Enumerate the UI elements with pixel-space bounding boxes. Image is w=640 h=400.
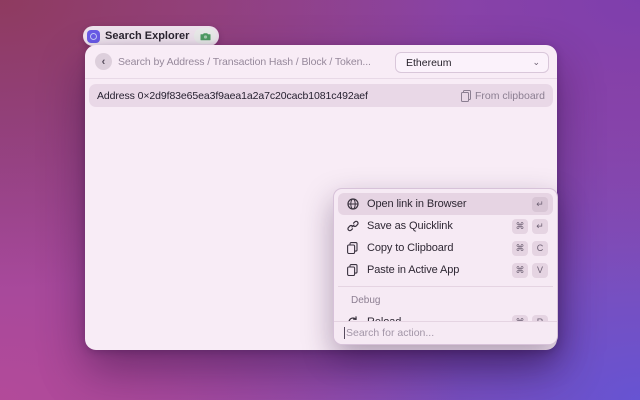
key-return: ↵ <box>532 197 548 212</box>
app-pill[interactable]: Search Explorer <box>83 26 219 46</box>
key-return: ↵ <box>532 219 548 234</box>
clipboard-icon <box>346 242 359 254</box>
result-accessory: From clipboard <box>461 90 545 102</box>
menu-item-label: Paste in Active App <box>367 264 504 276</box>
result-row-address[interactable]: Address 0×2d9f83e65ea3f9aea1a2a7c20cacb1… <box>89 84 553 107</box>
search-input[interactable]: Search by Address / Transaction Hash / B… <box>118 45 371 79</box>
action-menu-items: Open link in Browser ↵ Save as Quicklink… <box>334 189 557 333</box>
action-search-placeholder: Search for action... <box>346 327 434 339</box>
text-caret <box>344 327 345 339</box>
menu-item-open-link-in-browser[interactable]: Open link in Browser ↵ <box>338 193 553 215</box>
extension-icon <box>87 30 100 43</box>
menu-item-save-as-quicklink[interactable]: Save as Quicklink ⌘ ↵ <box>338 215 553 237</box>
key-cmd: ⌘ <box>512 241 528 256</box>
key-cmd: ⌘ <box>512 219 528 234</box>
action-menu: Open link in Browser ↵ Save as Quicklink… <box>333 188 558 345</box>
result-label: Address 0×2d9f83e65ea3f9aea1a2a7c20cacb1… <box>97 90 461 102</box>
key-c: C <box>532 241 548 256</box>
chevron-down-icon: ⌄ <box>532 57 540 68</box>
camera-icon <box>194 28 216 44</box>
menu-section-debug: Debug <box>338 287 553 311</box>
menu-item-label: Open link in Browser <box>367 198 524 210</box>
clipboard-icon <box>346 264 359 276</box>
link-icon <box>346 220 359 232</box>
key-cmd: ⌘ <box>512 263 528 278</box>
window-header: ‹ Search by Address / Transaction Hash /… <box>85 45 557 79</box>
back-button[interactable]: ‹ <box>95 53 112 70</box>
app-pill-label: Search Explorer <box>105 30 189 42</box>
result-accessory-label: From clipboard <box>475 90 545 102</box>
action-search-bar[interactable]: Search for action... <box>334 321 557 344</box>
menu-item-label: Save as Quicklink <box>367 220 504 232</box>
menu-item-label: Copy to Clipboard <box>367 242 504 254</box>
network-dropdown[interactable]: Ethereum ⌄ <box>395 52 549 73</box>
key-v: V <box>532 263 548 278</box>
menu-item-paste-in-active-app[interactable]: Paste in Active App ⌘ V <box>338 259 553 281</box>
menu-item-copy-to-clipboard[interactable]: Copy to Clipboard ⌘ C <box>338 237 553 259</box>
globe-icon <box>346 198 359 210</box>
network-dropdown-value: Ethereum <box>406 57 532 69</box>
clipboard-icon <box>461 90 471 102</box>
